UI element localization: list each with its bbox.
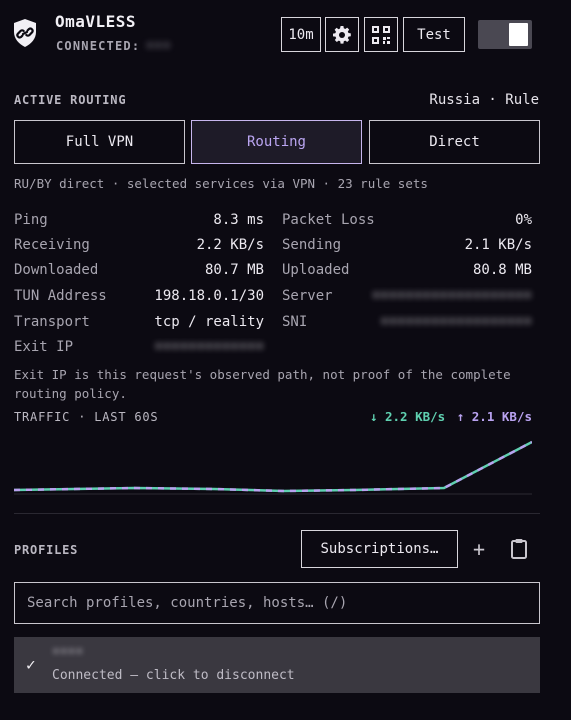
stat-label: TUN Address bbox=[14, 288, 107, 304]
stat-sni: SNI •••••••••••••••••• bbox=[282, 314, 532, 332]
traffic-chart bbox=[14, 440, 532, 495]
stat-label: Receiving bbox=[14, 237, 90, 253]
stat-label: Transport bbox=[14, 314, 90, 330]
stat-value: 2.2 KB/s bbox=[196, 237, 264, 253]
check-icon: ✓ bbox=[26, 655, 36, 674]
stat-value: 8.3 ms bbox=[213, 212, 264, 228]
header: OmaVLESS CONNECTED: ••• 10m Test bbox=[0, 0, 571, 74]
profiles-section-label: PROFILES bbox=[14, 543, 79, 557]
settings-button[interactable] bbox=[325, 17, 359, 52]
add-profile-button[interactable]: + bbox=[466, 535, 492, 563]
clipboard-icon[interactable] bbox=[507, 537, 531, 561]
stat-ping: Ping 8.3 ms bbox=[14, 212, 264, 230]
routing-region: Russia · Rule bbox=[429, 92, 539, 108]
stat-value: 2.1 KB/s bbox=[464, 237, 532, 253]
connection-toggle[interactable] bbox=[478, 20, 532, 49]
stat-transport: Transport tcp / reality bbox=[14, 314, 264, 332]
stat-value: ••••••••••••••••••• bbox=[371, 288, 532, 304]
routing-description: RU/BY direct · selected services via VPN… bbox=[14, 176, 428, 191]
app-title: OmaVLESS bbox=[55, 12, 137, 31]
stat-value: 0% bbox=[515, 212, 532, 228]
stat-label: Ping bbox=[14, 212, 48, 228]
stat-label: Server bbox=[282, 288, 333, 304]
profile-name: •••• bbox=[52, 645, 84, 660]
stat-label: Uploaded bbox=[282, 262, 350, 278]
stat-label: SNI bbox=[282, 314, 308, 330]
routing-section-label: ACTIVE ROUTING bbox=[14, 93, 127, 107]
stat-exit-ip: Exit IP ••••••••••••• bbox=[14, 339, 264, 357]
app-window: OmaVLESS CONNECTED: ••• 10m Test ACTIVE … bbox=[0, 0, 571, 720]
traffic-rates: ↓ 2.2 KB/s ↑ 2.1 KB/s bbox=[370, 409, 532, 424]
stat-value: ••••••••••••• bbox=[154, 339, 264, 355]
stat-value: 80.8 MB bbox=[472, 262, 532, 278]
stat-packet-loss: Packet Loss 0% bbox=[282, 212, 532, 230]
upload-rate: ↑ 2.1 KB/s bbox=[456, 409, 532, 424]
exit-ip-note: Exit IP is this request's observed path,… bbox=[14, 367, 511, 401]
qr-code-icon bbox=[372, 25, 390, 44]
stat-value: tcp / reality bbox=[154, 314, 264, 330]
stat-label: Sending bbox=[282, 237, 342, 253]
stat-server: Server ••••••••••••••••••• bbox=[282, 288, 532, 306]
section-divider bbox=[14, 513, 540, 514]
mode-direct-button[interactable]: Direct bbox=[369, 120, 540, 164]
test-button[interactable]: Test bbox=[403, 17, 465, 52]
connection-status-label: CONNECTED: bbox=[56, 39, 141, 53]
qr-code-button[interactable] bbox=[364, 17, 398, 52]
stat-label: Downloaded bbox=[14, 262, 99, 278]
mode-routing-button[interactable]: Routing bbox=[191, 120, 362, 164]
plus-icon: + bbox=[472, 537, 486, 561]
stat-tun-address: TUN Address 198.18.0.1/30 bbox=[14, 288, 264, 306]
stat-uploaded: Uploaded 80.8 MB bbox=[282, 262, 532, 280]
gear-icon bbox=[333, 25, 351, 44]
connection-status: CONNECTED: ••• bbox=[56, 39, 172, 53]
subscriptions-button[interactable]: Subscriptions… bbox=[301, 530, 458, 568]
profile-status: Connected — click to disconnect bbox=[52, 668, 295, 683]
timer-button[interactable]: 10m bbox=[281, 17, 321, 52]
search-placeholder: Search profiles, countries, hosts… (/) bbox=[27, 595, 348, 611]
traffic-label: TRAFFIC · LAST 60S bbox=[14, 410, 159, 424]
stat-receiving: Receiving 2.2 KB/s bbox=[14, 237, 264, 255]
stat-label: Exit IP bbox=[14, 339, 74, 355]
stat-value: 80.7 MB bbox=[204, 262, 264, 278]
download-rate: ↓ 2.2 KB/s bbox=[369, 409, 446, 424]
mode-full-vpn-button[interactable]: Full VPN bbox=[14, 120, 185, 164]
profile-search-input[interactable]: Search profiles, countries, hosts… (/) bbox=[14, 582, 540, 624]
toggle-knob bbox=[509, 23, 528, 46]
stat-value: •••••••••••••••••• bbox=[380, 314, 532, 330]
profile-item-selected[interactable]: ✓ •••• Connected — click to disconnect bbox=[14, 637, 540, 693]
shield-link-icon bbox=[14, 19, 36, 47]
stat-label: Packet Loss bbox=[282, 212, 375, 228]
stat-value: 198.18.0.1/30 bbox=[154, 288, 264, 304]
stat-downloaded: Downloaded 80.7 MB bbox=[14, 262, 264, 280]
connection-status-value: ••• bbox=[146, 39, 172, 53]
stat-sending: Sending 2.1 KB/s bbox=[282, 237, 532, 255]
download-series-line bbox=[14, 440, 532, 493]
